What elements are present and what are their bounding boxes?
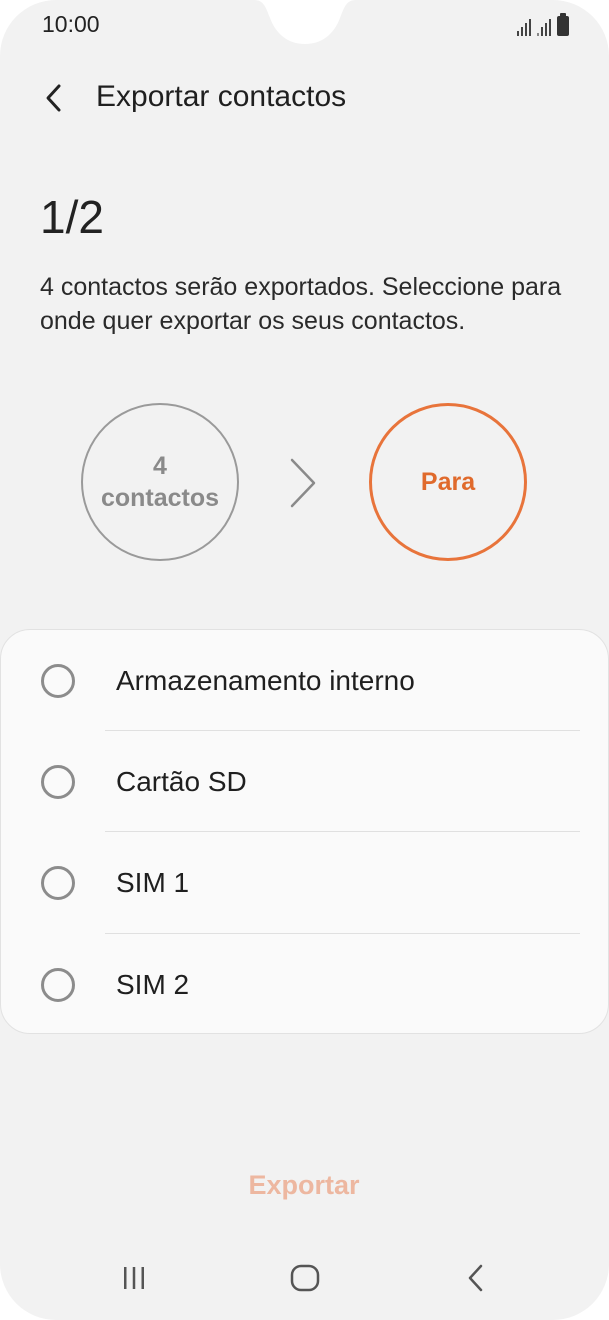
navigation-bar	[0, 1240, 609, 1320]
home-button[interactable]	[275, 1250, 335, 1306]
source-unit: contactos	[100, 484, 220, 512]
chevron-left-icon	[46, 84, 61, 112]
export-button[interactable]: Exportar	[204, 1170, 404, 1218]
radio-button[interactable]	[41, 968, 75, 1002]
recents-button[interactable]	[104, 1250, 164, 1306]
home-icon	[290, 1264, 320, 1292]
option-label: Cartão SD	[116, 766, 247, 797]
radio-button[interactable]	[41, 866, 75, 900]
option-label: SIM 2	[116, 969, 190, 1000]
app-header: Exportar contactos	[0, 70, 609, 126]
page-title: Exportar contactos	[96, 80, 347, 113]
notch-shape	[230, 0, 380, 44]
signal-icon	[537, 18, 551, 36]
back-button[interactable]	[30, 74, 78, 122]
step-indicator: 1/2	[40, 191, 104, 243]
source-contacts-circle: 4 contactos	[81, 403, 239, 561]
radio-button[interactable]	[41, 664, 75, 698]
phone-screen: 10:00 Exportar contactos 1/2 4 contactos…	[0, 0, 609, 1320]
status-bar: 10:00	[0, 0, 609, 52]
option-internal-storage[interactable]: Armazenamento interno	[1, 630, 609, 732]
camera-notch	[230, 0, 380, 46]
back-icon	[468, 1264, 483, 1292]
status-icons	[517, 12, 569, 36]
option-label: SIM 1	[116, 867, 190, 898]
signal-icon	[517, 18, 531, 36]
chevron-right-icon	[290, 458, 316, 508]
option-sim-2[interactable]: SIM 2	[1, 934, 609, 1036]
status-time: 10:00	[42, 11, 100, 37]
target-circle: Para	[369, 403, 527, 561]
radio-button[interactable]	[41, 765, 75, 799]
option-sim-1[interactable]: SIM 1	[1, 832, 609, 934]
target-label: Para	[420, 467, 476, 496]
description-text: 4 contactos serão exportados. Seleccione…	[40, 273, 562, 335]
nav-back-button[interactable]	[446, 1250, 506, 1306]
battery-icon	[557, 13, 569, 36]
recents-icon	[124, 1267, 144, 1289]
option-label: Armazenamento interno	[116, 665, 415, 696]
destination-list: Armazenamento interno Cartão SD SIM 1 SI…	[0, 629, 609, 1034]
option-sd-card[interactable]: Cartão SD	[1, 731, 609, 833]
source-count: 4	[153, 452, 167, 480]
